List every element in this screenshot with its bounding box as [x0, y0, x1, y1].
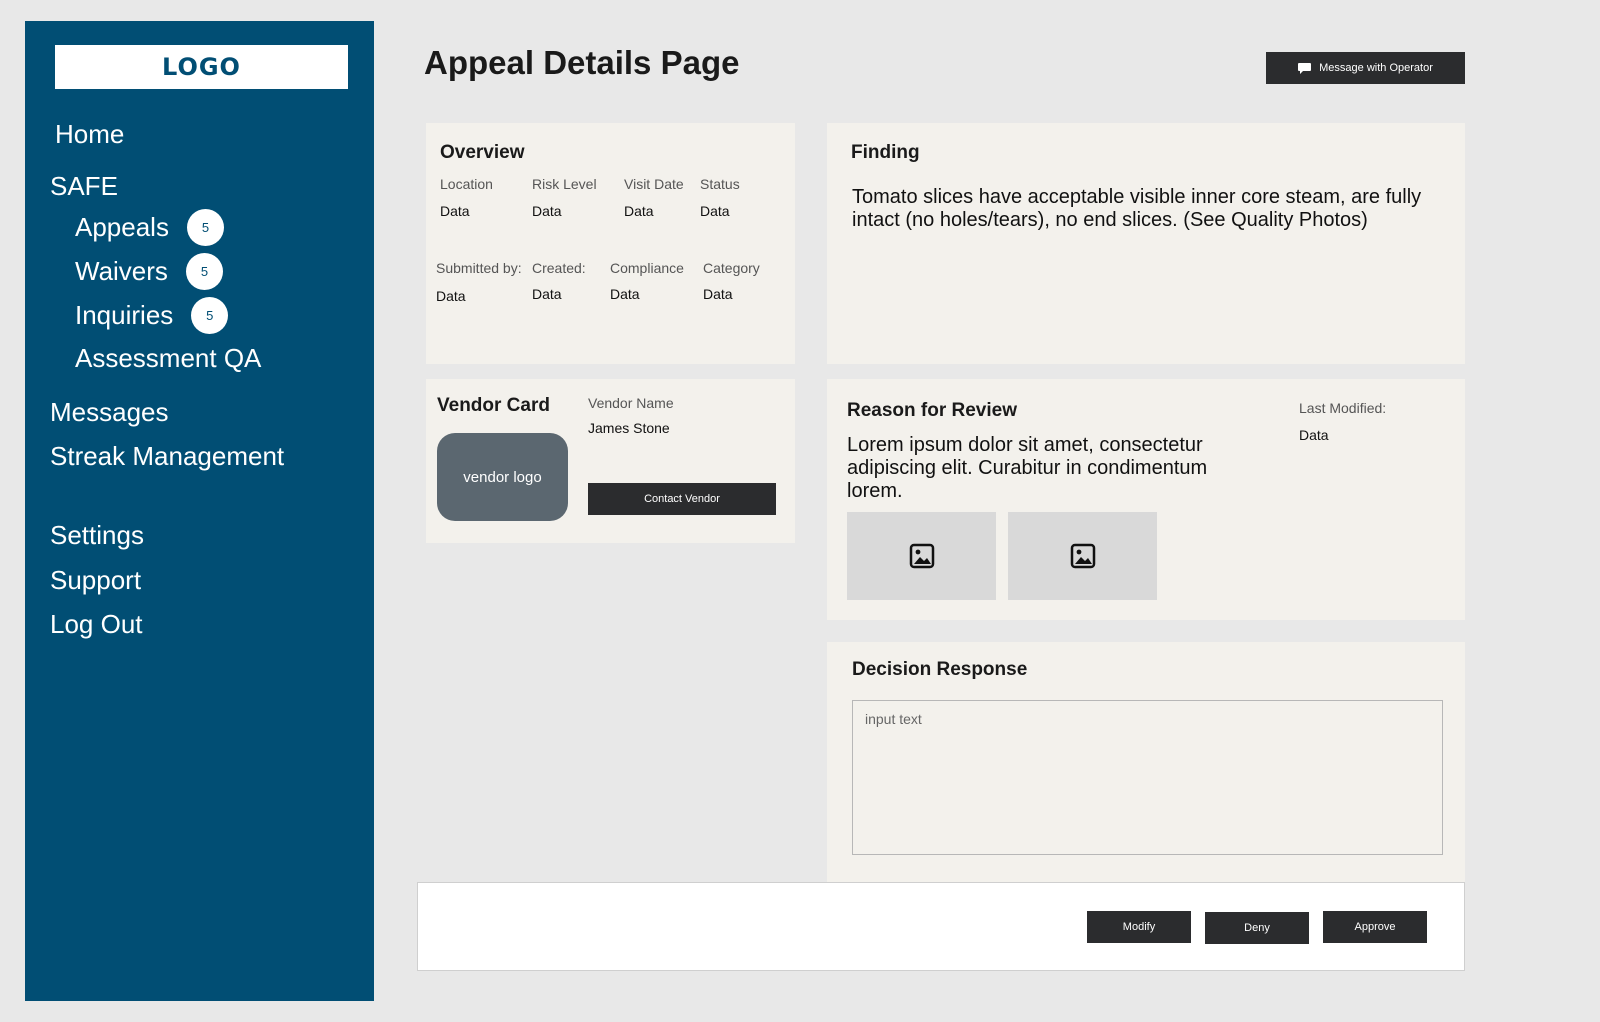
- location-label: Location: [440, 176, 493, 192]
- visit-date-value: Data: [624, 203, 654, 219]
- location-value: Data: [440, 203, 470, 219]
- inquiries-count-badge: 5: [191, 297, 229, 334]
- image-icon: [909, 543, 934, 569]
- sidebar-item-label: Messages: [50, 397, 169, 427]
- image-icon: [1070, 543, 1095, 569]
- page-title: Appeal Details Page: [424, 44, 740, 81]
- reason-title: Reason for Review: [847, 400, 1017, 421]
- sidebar-item-waivers[interactable]: Waivers 5: [75, 253, 223, 290]
- compliance-value: Data: [610, 286, 640, 302]
- sidebar-item-label: Home: [55, 119, 125, 149]
- sidebar-item-safe[interactable]: SAFE: [50, 171, 118, 202]
- visit-date-label: Visit Date: [624, 176, 684, 192]
- status-value: Data: [700, 203, 730, 219]
- sidebar-item-settings[interactable]: Settings: [50, 520, 144, 551]
- vendor-card: Vendor Card vendor logo Vendor Name Jame…: [426, 379, 795, 543]
- sidebar-item-label: SAFE: [50, 171, 118, 201]
- sidebar-item-label: Assessment QA: [75, 343, 262, 373]
- action-bar: Modify Deny Approve: [417, 882, 1465, 971]
- decision-response-input[interactable]: [852, 700, 1443, 855]
- finding-text: Tomato slices have acceptable visible in…: [852, 186, 1422, 231]
- sidebar-item-home[interactable]: Home: [55, 119, 124, 150]
- created-value: Data: [532, 286, 562, 302]
- vendor-card-title: Vendor Card: [437, 395, 550, 416]
- finding-title: Finding: [851, 142, 920, 163]
- message-operator-button[interactable]: Message with Operator: [1266, 52, 1465, 84]
- decision-title: Decision Response: [852, 659, 1028, 680]
- vendor-logo: vendor logo: [437, 433, 568, 521]
- deny-button[interactable]: Deny: [1205, 912, 1309, 944]
- vendor-name-label: Vendor Name: [588, 395, 674, 411]
- vendor-name-value: James Stone: [588, 420, 670, 436]
- logo[interactable]: LOGO: [55, 45, 348, 89]
- sidebar-item-label: Appeals: [75, 212, 169, 242]
- created-label: Created:: [532, 260, 586, 276]
- appeals-count-badge: 5: [186, 209, 224, 246]
- vendor-logo-text: vendor logo: [463, 468, 542, 486]
- approve-button[interactable]: Approve: [1323, 911, 1427, 943]
- sidebar-item-log-out[interactable]: Log Out: [50, 609, 143, 640]
- sidebar-item-label: Support: [50, 565, 142, 595]
- reason-for-review-card: Reason for Review Lorem ipsum dolor sit …: [827, 379, 1465, 620]
- sidebar: LOGO Home SAFE Appeals 5 Waivers 5 Inqui…: [25, 21, 374, 1001]
- status-label: Status: [700, 176, 740, 192]
- sidebar-item-support[interactable]: Support: [50, 565, 141, 596]
- last-modified-label: Last Modified:: [1299, 400, 1387, 416]
- last-modified-value: Data: [1299, 427, 1329, 443]
- message-operator-label: Message with Operator: [1319, 62, 1433, 74]
- sidebar-item-label: Inquiries: [75, 300, 174, 330]
- sidebar-item-inquiries[interactable]: Inquiries 5: [75, 297, 229, 334]
- overview-card: Overview Location Data Risk Level Data V…: [426, 123, 795, 364]
- quality-photo-1[interactable]: [847, 512, 996, 600]
- sidebar-item-label: Log Out: [50, 609, 143, 639]
- sidebar-item-label: Waivers: [75, 256, 168, 286]
- chat-bubble-icon: [1298, 62, 1312, 74]
- compliance-label: Compliance: [610, 260, 684, 276]
- sidebar-item-appeals[interactable]: Appeals 5: [75, 209, 224, 246]
- sidebar-item-streak-management[interactable]: Streak Management: [50, 441, 284, 472]
- sidebar-item-messages[interactable]: Messages: [50, 397, 169, 428]
- quality-photo-2[interactable]: [1008, 512, 1157, 600]
- waivers-count-badge: 5: [185, 253, 223, 290]
- reason-text: Lorem ipsum dolor sit amet, consectetur …: [847, 434, 1208, 502]
- sidebar-item-label: Settings: [50, 520, 144, 550]
- decision-response-card: Decision Response: [827, 642, 1465, 882]
- logo-text: LOGO: [162, 53, 241, 81]
- submitted-by-value: Data: [436, 288, 466, 304]
- modify-button[interactable]: Modify: [1087, 911, 1191, 943]
- sidebar-item-assessment-qa[interactable]: Assessment QA: [75, 343, 261, 374]
- finding-card: Finding Tomato slices have acceptable vi…: [827, 123, 1465, 364]
- contact-vendor-button[interactable]: Contact Vendor: [588, 483, 776, 515]
- overview-title: Overview: [440, 142, 525, 163]
- category-value: Data: [703, 286, 733, 302]
- sidebar-item-label: Streak Management: [50, 441, 285, 471]
- risk-level-label: Risk Level: [532, 176, 597, 192]
- risk-level-value: Data: [532, 203, 562, 219]
- category-label: Category: [703, 260, 760, 276]
- submitted-by-label: Submitted by:: [436, 260, 522, 276]
